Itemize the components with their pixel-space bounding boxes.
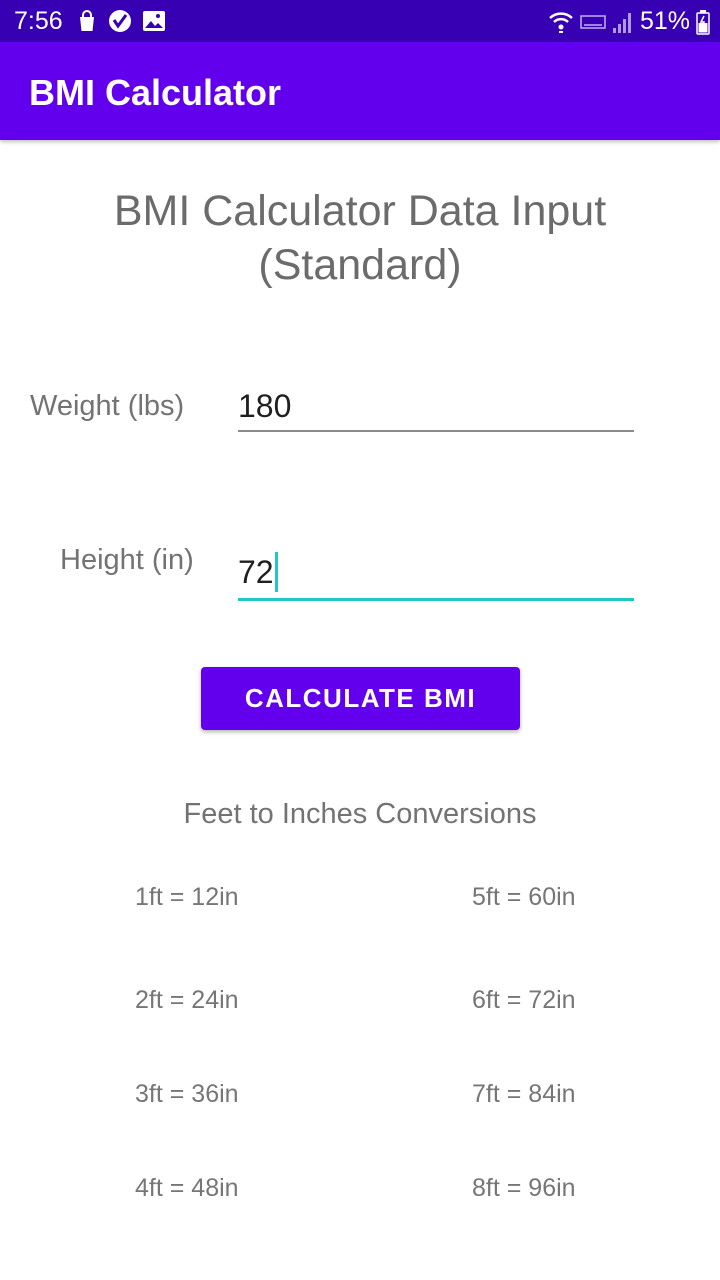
height-input-value[interactable]: 72 bbox=[238, 551, 278, 595]
page-heading: BMI Calculator Data Input (Standard) bbox=[0, 184, 720, 292]
conversion-item: 6ft = 72in bbox=[472, 986, 576, 1014]
status-icons-right: 51% bbox=[548, 7, 710, 36]
height-label: Height (in) bbox=[60, 544, 194, 576]
text-cursor bbox=[274, 551, 278, 592]
signal-icon bbox=[612, 10, 634, 34]
app-bar: BMI Calculator bbox=[0, 42, 720, 140]
verified-check-icon bbox=[108, 9, 132, 33]
weight-label: Weight (lbs) bbox=[30, 390, 185, 422]
conversions-title: Feet to Inches Conversions bbox=[183, 798, 537, 830]
battery-icon bbox=[696, 9, 710, 35]
height-input[interactable]: 72 bbox=[238, 546, 634, 601]
conversion-item: 1ft = 12in bbox=[135, 883, 239, 911]
volte-icon bbox=[580, 13, 606, 31]
image-icon bbox=[142, 10, 166, 32]
status-bar: 7:56 51% bbox=[0, 0, 720, 42]
conversion-item: 3ft = 36in bbox=[135, 1080, 239, 1108]
heading-line-1: BMI Calculator Data Input bbox=[113, 187, 607, 235]
shopping-bag-icon bbox=[76, 9, 98, 33]
battery-percent: 51% bbox=[639, 7, 690, 35]
wifi-icon bbox=[548, 10, 574, 34]
conversion-item: 5ft = 60in bbox=[472, 883, 576, 911]
conversion-item: 4ft = 48in bbox=[135, 1174, 239, 1202]
calculate-bmi-button[interactable]: CALCULATE BMI bbox=[201, 667, 520, 730]
app-title: BMI Calculator bbox=[29, 72, 282, 113]
conversion-item: 7ft = 84in bbox=[472, 1080, 576, 1108]
height-value-text: 72 bbox=[238, 554, 274, 590]
heading-line-2: (Standard) bbox=[258, 241, 462, 289]
weight-input[interactable] bbox=[238, 382, 634, 432]
status-icons-left bbox=[76, 9, 166, 33]
conversion-item: 2ft = 24in bbox=[135, 986, 239, 1014]
status-time: 7:56 bbox=[14, 7, 63, 35]
conversion-item: 8ft = 96in bbox=[472, 1174, 576, 1202]
